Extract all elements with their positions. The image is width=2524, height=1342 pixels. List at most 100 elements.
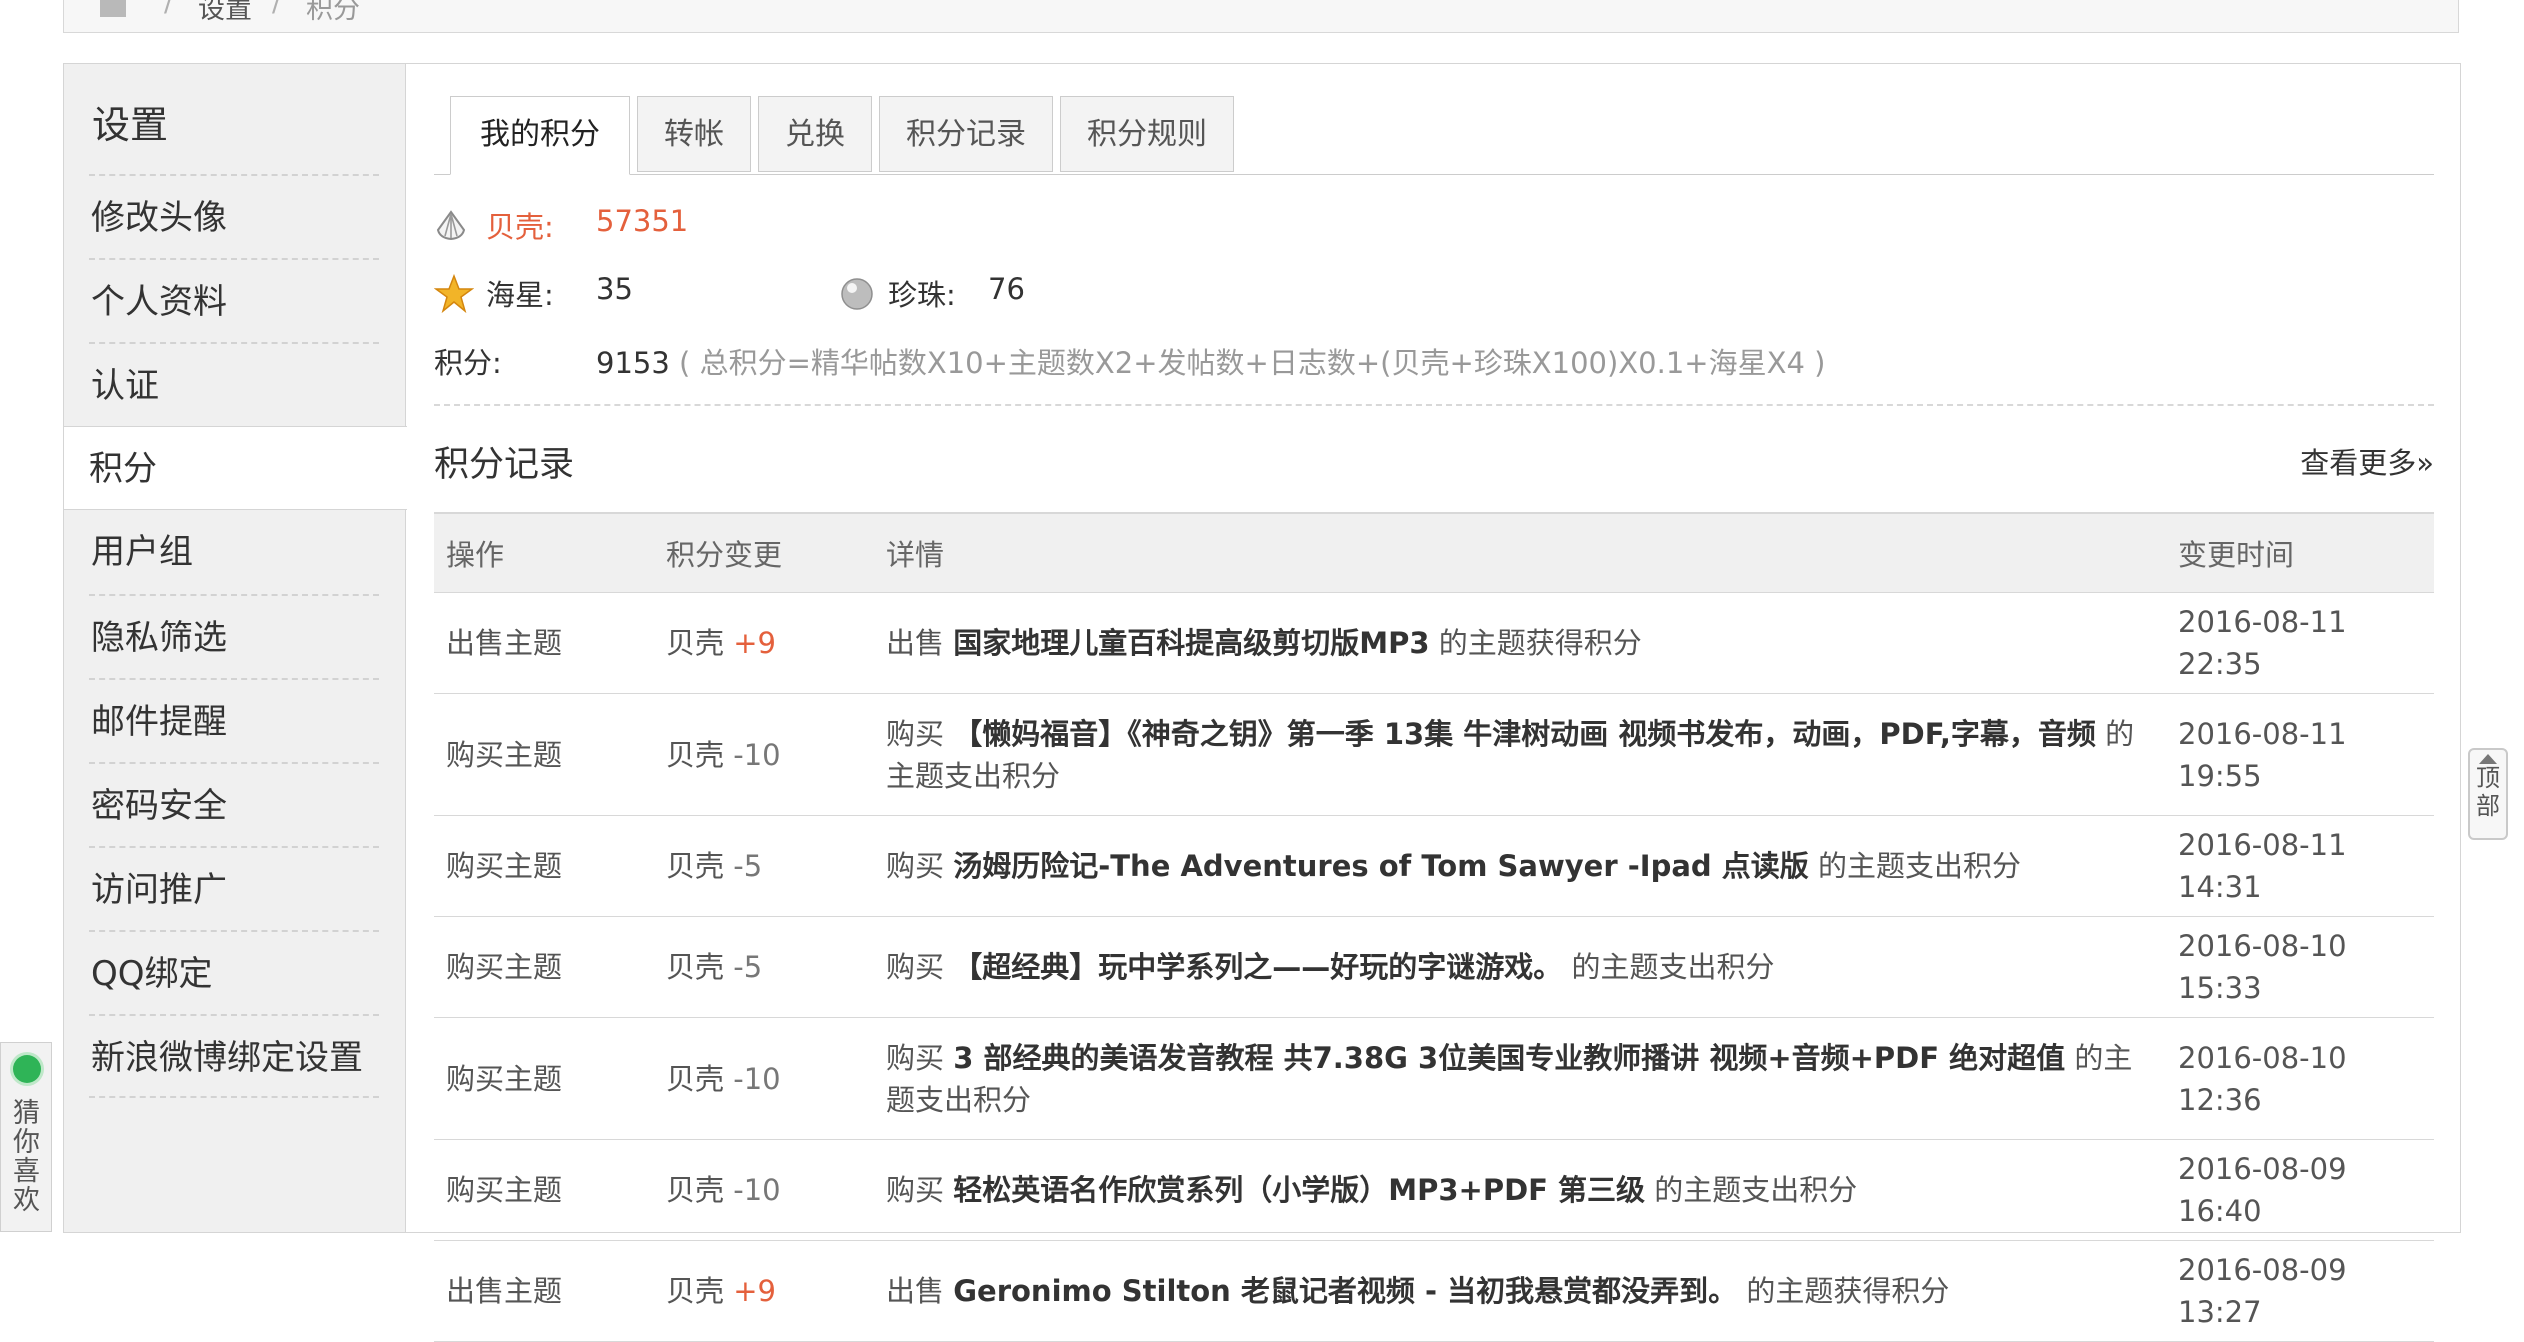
home-icon[interactable] (100, 0, 126, 17)
shell-icon (436, 210, 466, 241)
row-time: 2016-08-11 14:31 (2166, 815, 2434, 917)
sidebar-item-verify[interactable]: 认证 (89, 342, 379, 426)
row-change-amount: +9 (733, 626, 776, 660)
points-formula-text: ( 总积分=精华帖数X10+主题数X2+发帖数+日志数+(贝壳+珍珠X100)X… (679, 346, 1826, 380)
thread-link[interactable]: Geronimo Stilton 老鼠记者视频 - 当初我悬赏都没弄到。 (953, 1274, 1737, 1308)
column-header-change: 积分变更 (654, 512, 874, 593)
sidebar-item-avatar[interactable]: 修改头像 (89, 174, 379, 258)
row-detail-verb: 购买 (886, 1040, 945, 1075)
row-change: 贝壳 -5 (654, 815, 874, 917)
tab-records[interactable]: 积分记录 (879, 96, 1053, 172)
sidebar-item-email[interactable]: 邮件提醒 (89, 678, 379, 762)
sidebar-item-points[interactable]: 积分 (64, 426, 407, 510)
row-detail-verb: 购买 (886, 1173, 945, 1207)
row-detail-verb: 购买 (886, 716, 945, 751)
row-detail-suffix: 的主题获得积分 (1438, 626, 1642, 660)
table-row: 购买主题 贝壳 -10 购买 【懒妈福音】《神奇之钥》第一季 13集 牛津树动画 视… (434, 693, 2434, 816)
view-more-link[interactable]: 查看更多» (2300, 440, 2434, 482)
row-action: 出售主题 (434, 592, 654, 694)
sidebar-item-privacy[interactable]: 隐私筛选 (89, 594, 379, 678)
sidebar-item-qq[interactable]: QQ绑定 (89, 930, 379, 1014)
row-detail: 购买 【懒妈福音】《神奇之钥》第一季 13集 牛津树动画 视频书发布，动画，PD… (874, 693, 2166, 816)
row-change-amount: +9 (733, 1274, 776, 1308)
pearl-label: 珍珠: (888, 278, 956, 312)
thread-link[interactable]: 3 部经典的美语发音教程 共7.38G 3位美国专业教师播讲 视频+音频+PDF… (953, 1041, 2065, 1075)
sidebar-item-promotion[interactable]: 访问推广 (89, 846, 379, 930)
sidebar-item-weibo[interactable]: 新浪微博绑定设置 (89, 1014, 379, 1098)
shell-stat: 贝壳: 57351 (486, 204, 688, 246)
main-content: 我的积分 转帐 兑换 积分记录 积分规则 贝壳: 57351 海星: 35 珍珠… (434, 64, 2434, 1342)
row-change: 贝壳 +9 (654, 592, 874, 694)
row-detail-verb: 出售 (886, 1274, 945, 1308)
row-detail: 购买 汤姆历险记-The Adventures of Tom Sawyer -I… (874, 815, 2166, 917)
sidebar-item-password[interactable]: 密码安全 (89, 762, 379, 846)
table-row: 购买主题 贝壳 -10 购买 3 部经典的美语发音教程 共7.38G 3位美国专业教… (434, 1017, 2434, 1140)
thread-link[interactable]: 轻松英语名作欣赏系列（小学版）MP3+PDF 第三级 (953, 1173, 1645, 1207)
row-time: 2016-08-09 13:27 (2166, 1240, 2434, 1342)
row-action: 购买主题 (434, 1017, 654, 1140)
row-change-amount: -10 (733, 1061, 781, 1096)
row-action: 购买主题 (434, 815, 654, 917)
table-row: 购买主题 贝壳 -5 购买 【超经典】玩中学系列之——好玩的字谜游戏。 的主题支出积… (434, 916, 2434, 1018)
row-detail: 购买 3 部经典的美语发音教程 共7.38G 3位美国专业教师播讲 视频+音频+… (874, 1017, 2166, 1140)
guess-you-like-label: 猜你喜欢 (13, 1098, 40, 1216)
row-detail: 购买 【超经典】玩中学系列之——好玩的字谜游戏。 的主题支出积分 (874, 916, 2166, 1018)
row-change-amount: -5 (733, 950, 763, 984)
row-detail: 出售 Geronimo Stilton 老鼠记者视频 - 当初我悬赏都没弄到。 … (874, 1240, 2166, 1342)
tab-my-points[interactable]: 我的积分 (450, 96, 630, 175)
row-time: 2016-08-11 19:55 (2166, 693, 2434, 816)
sidebar-item-usergroup[interactable]: 用户组 (89, 510, 379, 594)
row-detail-suffix: 的主题支出积分 (1817, 849, 2021, 883)
row-detail-suffix: 的主题支出积分 (1571, 950, 1775, 984)
shell-label: 贝壳: (486, 210, 554, 244)
row-change: 贝壳 -10 (654, 1139, 874, 1241)
row-time: 2016-08-09 16:40 (2166, 1139, 2434, 1241)
row-time: 2016-08-11 22:35 (2166, 592, 2434, 694)
records-table: 操作 积分变更 详情 变更时间 出售主题 贝壳 +9 出售 国家地理儿童百科提高级剪… (434, 512, 2434, 1342)
arrow-up-icon (2479, 754, 2497, 764)
breadcrumb-separator: / (272, 0, 282, 18)
row-change: 贝壳 -10 (654, 1017, 874, 1140)
shell-value: 57351 (596, 204, 689, 238)
sidebar-item-profile[interactable]: 个人资料 (89, 258, 379, 342)
row-change-amount: -5 (733, 849, 763, 883)
breadcrumb: / 设置 / 积分 (63, 0, 2459, 33)
back-to-top-label: 顶部 (2476, 764, 2500, 820)
row-detail-suffix: 的主题获得积分 (1746, 1274, 1950, 1308)
starfish-icon (434, 274, 474, 314)
column-header-time: 变更时间 (2166, 512, 2434, 593)
points-value: 9153 (596, 346, 670, 380)
column-header-action: 操作 (434, 512, 654, 593)
row-action: 购买主题 (434, 1139, 654, 1241)
thread-link[interactable]: 【超经典】玩中学系列之——好玩的字谜游戏。 (953, 950, 1562, 984)
thread-link[interactable]: 【懒妈福音】《神奇之钥》第一季 13集 牛津树动画 视频书发布，动画，PDF,字… (953, 717, 2096, 751)
star-stat: 海星: 35 (486, 272, 633, 314)
guess-you-like-widget[interactable]: 猜你喜欢 (0, 1042, 52, 1232)
tab-rules[interactable]: 积分规则 (1060, 96, 1234, 172)
row-action: 购买主题 (434, 693, 654, 816)
thread-link[interactable]: 汤姆历险记-The Adventures of Tom Sawyer -Ipad… (953, 849, 1809, 883)
row-change-unit: 贝壳 (666, 950, 725, 984)
table-row: 出售主题 贝壳 +9 出售 Geronimo Stilton 老鼠记者视频 - 当初… (434, 1240, 2434, 1342)
breadcrumb-settings[interactable]: 设置 (198, 0, 252, 26)
points-formula: 9153 ( 总积分=精华帖数X10+主题数X2+发帖数+日志数+(贝壳+珍珠X… (596, 340, 1825, 382)
table-row: 购买主题 贝壳 -10 购买 轻松英语名作欣赏系列（小学版）MP3+PDF 第三级 … (434, 1139, 2434, 1241)
divider (434, 404, 2434, 406)
tab-transfer[interactable]: 转帐 (637, 96, 751, 172)
row-change: 贝壳 +9 (654, 1240, 874, 1342)
row-change-unit: 贝壳 (666, 737, 725, 772)
thread-link[interactable]: 国家地理儿童百科提高级剪切版MP3 (953, 626, 1429, 660)
pearl-icon (841, 278, 873, 310)
row-change-amount: -10 (733, 737, 781, 772)
back-to-top-button[interactable]: 顶部 (2468, 748, 2508, 840)
tab-exchange[interactable]: 兑换 (758, 96, 872, 172)
row-detail: 购买 轻松英语名作欣赏系列（小学版）MP3+PDF 第三级 的主题支出积分 (874, 1139, 2166, 1241)
row-time: 2016-08-10 15:33 (2166, 916, 2434, 1018)
row-time: 2016-08-10 12:36 (2166, 1017, 2434, 1140)
row-change-unit: 贝壳 (666, 849, 725, 883)
row-detail-verb: 出售 (886, 626, 945, 660)
pearl-value: 76 (988, 272, 1025, 306)
points-label: 积分: (434, 346, 502, 380)
column-header-detail: 详情 (874, 512, 2166, 593)
row-change-unit: 贝壳 (666, 1173, 725, 1207)
